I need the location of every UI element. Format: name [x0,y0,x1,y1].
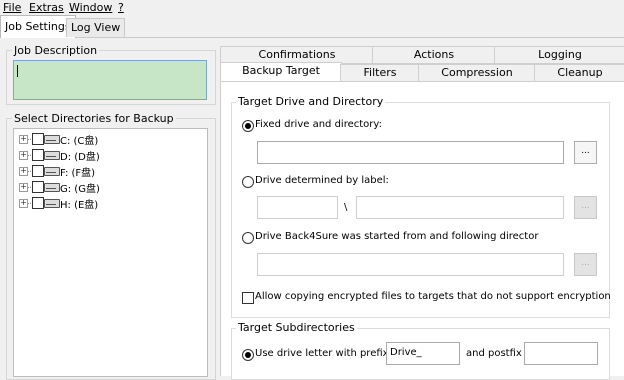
use-prefix-label: Use drive letter with prefix [255,348,389,359]
main-tab-strip: Job Settings Log View [0,15,624,38]
tree-connector [27,187,31,188]
postfix-input[interactable] [524,342,598,365]
menu-window[interactable]: Window [69,1,112,14]
menu-help[interactable]: ? [118,1,124,14]
drive-label-option-label: Drive determined by label: [255,175,389,186]
menu-bar: File Extras Window ? [0,0,624,15]
postfix-label: and postfix [466,348,522,359]
tab-log-view[interactable]: Log View [66,18,126,37]
tab-compression[interactable]: Compression [418,64,536,82]
drive-label-path-input[interactable] [356,196,564,219]
drive-icon [44,199,60,208]
tree-checkbox[interactable] [32,197,44,209]
menu-extras[interactable]: Extras [29,1,64,14]
path-separator: \ [344,202,348,213]
tree-connector [27,139,31,140]
drive-label-radio[interactable] [242,176,254,188]
tree-item-label: F: (F盘) [60,168,96,179]
job-description-input[interactable] [13,60,207,100]
tree-checkbox[interactable] [32,165,44,177]
target-drive-legend: Target Drive and Directory [236,95,386,108]
tree-checkbox[interactable] [32,181,44,193]
use-prefix-radio[interactable] [242,349,254,361]
drive-icon [44,167,60,176]
tab-job-settings[interactable]: Job Settings [0,15,76,38]
tree-item-label: G: (G盘) [60,184,100,195]
tree-item-label: D: (D盘) [60,152,100,163]
tab-backup-target[interactable]: Backup Target [220,62,342,82]
drive-label-browse-button[interactable]: ... [574,196,597,219]
started-drive-label: Drive Back4Sure was started from and fol… [255,231,539,242]
started-drive-browse-button[interactable]: ... [574,253,597,276]
directory-tree[interactable]: + C: (C盘) + D: (D盘) + F: (F盘) + G: (G盘) … [13,128,208,377]
tree-connector [27,203,31,204]
drive-icon [44,151,60,160]
allow-encrypted-checkbox[interactable] [242,292,254,304]
allow-encrypted-label: Allow copying encrypted files to targets… [255,291,611,302]
tree-connector [27,171,31,172]
tree-checkbox[interactable] [32,133,44,145]
job-description-legend: Job Description [12,44,100,57]
tree-checkbox[interactable] [32,149,44,161]
fixed-drive-path-input[interactable] [257,141,564,164]
tree-item-label: H: (E盘) [60,200,99,211]
fixed-drive-radio[interactable] [242,120,254,132]
tab-logging[interactable]: Logging [494,46,624,64]
drive-label-input[interactable] [257,196,338,219]
menu-file[interactable]: File [3,1,21,14]
prefix-input[interactable]: Drive_ [386,342,460,365]
fixed-drive-browse-button[interactable]: ... [574,141,597,164]
directories-legend: Select Directories for Backup [12,112,176,125]
drive-icon [44,135,60,144]
tab-actions[interactable]: Actions [372,46,496,64]
started-drive-path-input[interactable] [257,253,564,276]
fixed-drive-label: Fixed drive and directory: [255,119,382,130]
drive-icon [44,183,60,192]
text-caret [17,65,18,77]
tab-filters[interactable]: Filters [340,64,420,82]
target-subdirectories-legend: Target Subdirectories [236,321,357,334]
tree-connector [27,155,31,156]
tab-cleanup[interactable]: Cleanup [534,64,624,82]
started-drive-radio[interactable] [242,232,254,244]
tree-item-label: C: (C盘) [60,136,99,147]
